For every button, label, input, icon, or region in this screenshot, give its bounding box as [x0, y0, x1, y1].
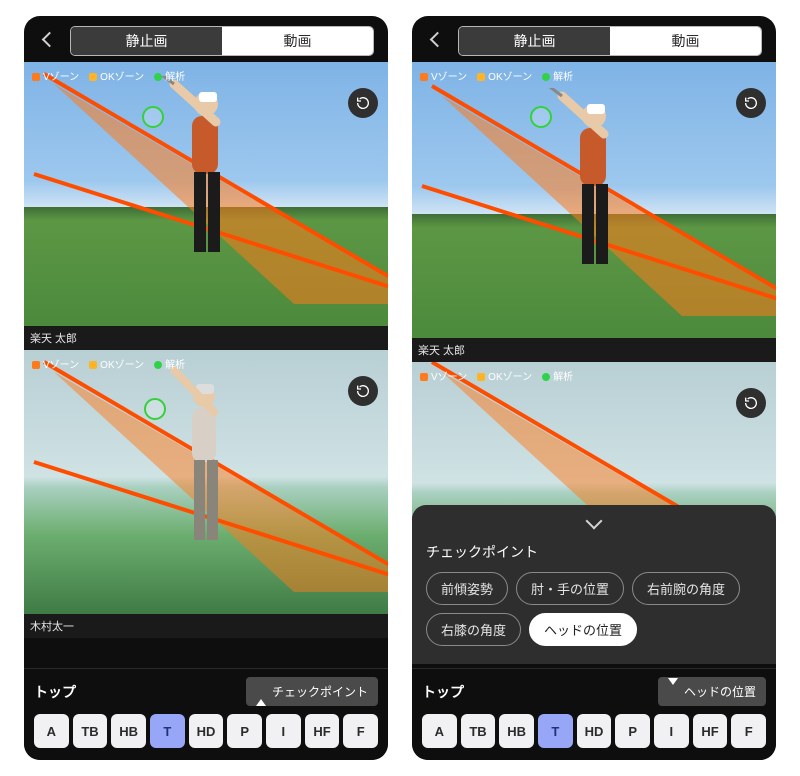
drawer-close-handle[interactable]: [426, 515, 762, 536]
tab-video[interactable]: 動画: [610, 27, 761, 55]
tab-still[interactable]: 静止画: [459, 27, 610, 55]
phase-hf[interactable]: HF: [305, 714, 340, 748]
phase-a[interactable]: A: [422, 714, 457, 748]
phase-p[interactable]: P: [615, 714, 650, 748]
phase-row: ATBHBTHDPIHFF: [34, 714, 378, 748]
phase-p[interactable]: P: [227, 714, 262, 748]
chevron-left-icon: [432, 32, 443, 50]
refresh-button[interactable]: [736, 388, 766, 418]
chevron-left-icon: [44, 32, 55, 50]
legend: Vゾーン OKゾーン 解析: [420, 368, 573, 383]
refresh-icon: [743, 95, 759, 111]
checkpoint-chip[interactable]: 右膝の角度: [426, 613, 521, 646]
checkpoint-chip[interactable]: 右前腕の角度: [632, 572, 740, 605]
club-head-marker: [142, 106, 164, 128]
phase-t[interactable]: T: [538, 714, 573, 748]
phase-tb[interactable]: TB: [73, 714, 108, 748]
back-button[interactable]: [426, 30, 448, 52]
back-button[interactable]: [38, 30, 60, 52]
phase-a[interactable]: A: [34, 714, 69, 748]
footer: トップ ヘッドの位置 ATBHBTHDPIHFF: [412, 668, 776, 760]
legend: Vゾーン OKゾーン 解析: [420, 68, 573, 83]
phase-hd[interactable]: HD: [189, 714, 224, 748]
swing-card-top: Vゾーン OKゾーン 解析 楽天 太郎: [24, 62, 388, 350]
tab-video[interactable]: 動画: [222, 27, 373, 55]
swing-card-bottom: Vゾーン OKゾーン 解析 木村太一: [24, 350, 388, 638]
player-name-top: 楽天 太郎: [418, 342, 465, 358]
checkpoint-button[interactable]: ヘッドの位置: [658, 677, 766, 706]
drawer-title: チェックポイント: [426, 542, 762, 562]
footer-title: トップ: [422, 682, 464, 702]
legend: Vゾーン OKゾーン 解析: [32, 68, 185, 83]
phase-i[interactable]: I: [654, 714, 689, 748]
phase-hd[interactable]: HD: [577, 714, 612, 748]
checkpoint-chip[interactable]: ヘッドの位置: [529, 613, 637, 646]
phase-hb[interactable]: HB: [111, 714, 146, 748]
phase-tb[interactable]: TB: [461, 714, 496, 748]
phase-i[interactable]: I: [266, 714, 301, 748]
checkpoint-chip[interactable]: 肘・手の位置: [516, 572, 624, 605]
footer: トップ チェックポイント ATBHBTHDPIHFF: [24, 668, 388, 760]
triangle-up-icon: [256, 685, 266, 699]
mode-segmented-control: 静止画 動画: [458, 26, 762, 56]
refresh-icon: [743, 395, 759, 411]
top-bar: 静止画 動画: [24, 16, 388, 62]
chevron-down-icon: [588, 515, 600, 536]
player-name-top: 楽天 太郎: [30, 330, 77, 346]
mode-segmented-control: 静止画 動画: [70, 26, 374, 56]
refresh-button[interactable]: [348, 376, 378, 406]
content-area: Vゾーン OKゾーン 解析 楽天 太郎: [24, 62, 388, 668]
phone-left: 静止画 動画: [24, 16, 388, 760]
chip-row: 前傾姿勢肘・手の位置右前腕の角度右膝の角度ヘッドの位置: [426, 572, 762, 646]
swing-card-top: Vゾーン OKゾーン 解析 楽天 太郎: [412, 62, 776, 362]
refresh-button[interactable]: [736, 88, 766, 118]
phone-right: 静止画 動画: [412, 16, 776, 760]
refresh-button[interactable]: [348, 88, 378, 118]
tab-still[interactable]: 静止画: [71, 27, 222, 55]
checkpoint-chip[interactable]: 前傾姿勢: [426, 572, 508, 605]
footer-title: トップ: [34, 682, 76, 702]
refresh-icon: [355, 95, 371, 111]
phase-hf[interactable]: HF: [693, 714, 728, 748]
phase-f[interactable]: F: [731, 714, 766, 748]
refresh-icon: [355, 383, 371, 399]
club-head-marker: [144, 398, 166, 420]
player-name-bottom: 木村太一: [30, 618, 74, 634]
top-bar: 静止画 動画: [412, 16, 776, 62]
legend: Vゾーン OKゾーン 解析: [32, 356, 185, 371]
phase-hb[interactable]: HB: [499, 714, 534, 748]
triangle-down-icon: [668, 685, 678, 699]
phase-f[interactable]: F: [343, 714, 378, 748]
checkpoint-button[interactable]: チェックポイント: [246, 677, 378, 706]
club-head-marker: [530, 106, 552, 128]
phase-t[interactable]: T: [150, 714, 185, 748]
checkpoint-drawer: チェックポイント 前傾姿勢肘・手の位置右前腕の角度右膝の角度ヘッドの位置: [412, 505, 776, 664]
phase-row: ATBHBTHDPIHFF: [422, 714, 766, 748]
